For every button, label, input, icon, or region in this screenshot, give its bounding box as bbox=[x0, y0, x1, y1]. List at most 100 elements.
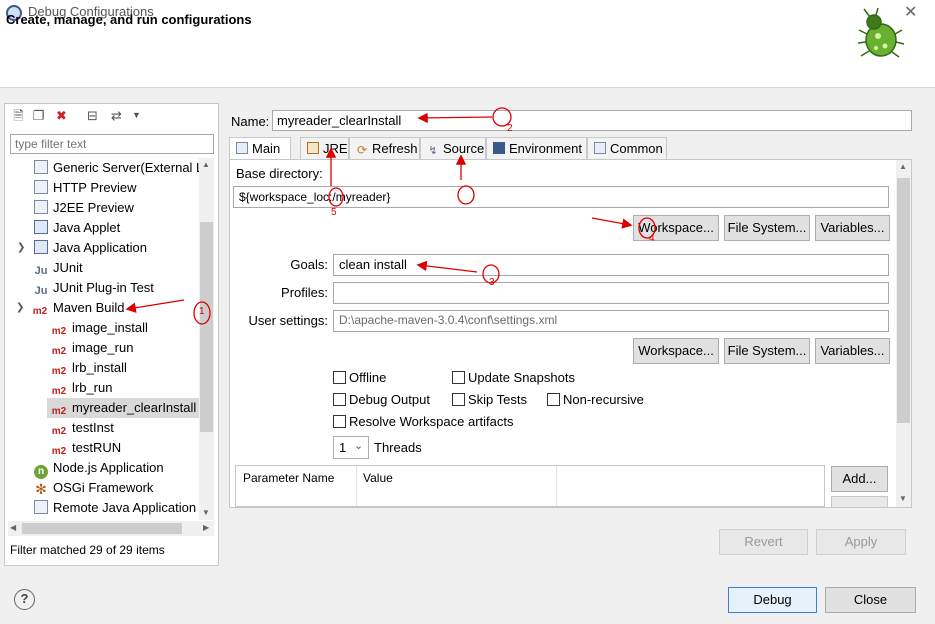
nodejs-icon: n bbox=[34, 465, 48, 479]
param-name-header[interactable]: Parameter Name bbox=[243, 471, 334, 485]
tab-refresh[interactable]: ⟳ Refresh bbox=[349, 137, 420, 159]
help-icon[interactable]: ? bbox=[14, 589, 35, 610]
tree-horizontal-scroll-thumb[interactable] bbox=[22, 523, 182, 534]
tree-item-label: testInst bbox=[72, 420, 114, 435]
tab-main[interactable]: Main bbox=[229, 137, 291, 160]
annotation-number-3: 3 bbox=[489, 277, 495, 288]
dropdown-icon[interactable]: ▼ bbox=[128, 107, 145, 124]
m2-icon: m2 bbox=[51, 386, 67, 397]
offline-checkbox[interactable]: Offline bbox=[333, 369, 386, 387]
content-vertical-scroll-thumb[interactable] bbox=[897, 178, 910, 423]
scroll-down-icon[interactable]: ▼ bbox=[899, 494, 907, 503]
tree-item-junit[interactable]: Ju JUnit bbox=[34, 258, 83, 278]
tree-item-myreader-clearinstall[interactable]: m2 myreader_clearInstall bbox=[47, 398, 200, 418]
tab-environment[interactable]: Environment bbox=[486, 137, 587, 159]
tab-common[interactable]: Common bbox=[587, 137, 667, 159]
chevron-down-icon: ⌄ bbox=[354, 440, 364, 452]
tree-item-testrun[interactable]: m2 testRUN bbox=[51, 438, 121, 458]
tree-item-image-run[interactable]: m2 image_run bbox=[51, 338, 134, 358]
tab-label: JRE bbox=[323, 141, 348, 156]
config-toolbar: 🗎 ❐ ✖ ⊟ ⇄ ▼ bbox=[4, 104, 219, 128]
expand-arrow-icon[interactable]: ❯ bbox=[17, 242, 25, 253]
column-divider bbox=[556, 466, 557, 506]
close-button[interactable]: Close bbox=[825, 587, 916, 613]
update-snapshots-checkbox[interactable]: Update Snapshots bbox=[452, 369, 575, 387]
tree-item-label: Maven Build bbox=[53, 300, 125, 315]
resolve-workspace-checkbox[interactable]: Resolve Workspace artifacts bbox=[333, 413, 514, 431]
skip-tests-checkbox[interactable]: Skip Tests bbox=[452, 391, 527, 409]
workspace-button-2[interactable]: Workspace... bbox=[633, 338, 719, 364]
tree-item-image-install[interactable]: m2 image_install bbox=[51, 318, 148, 338]
config-name-input[interactable]: myreader_clearInstall bbox=[272, 110, 912, 131]
scroll-up-icon[interactable]: ▲ bbox=[202, 160, 210, 169]
tree-item-maven-build[interactable]: m2 Maven Build bbox=[32, 298, 125, 318]
tree-item-label: lrb_run bbox=[72, 380, 113, 395]
goals-input[interactable]: clean install bbox=[333, 254, 889, 276]
user-settings-input[interactable]: D:\apache-maven-3.0.4\conf\settings.xml bbox=[333, 310, 889, 332]
variables-button[interactable]: Variables... bbox=[815, 215, 890, 241]
tree-item-j2ee-preview[interactable]: J2EE Preview bbox=[34, 198, 134, 218]
collapse-all-icon[interactable]: ⊟ bbox=[84, 107, 101, 124]
remote-java-icon bbox=[34, 500, 48, 514]
debug-button[interactable]: Debug bbox=[728, 587, 817, 613]
file-system-button-2[interactable]: File System... bbox=[724, 338, 810, 364]
environment-icon bbox=[493, 142, 505, 154]
tree-item-http-preview[interactable]: HTTP Preview bbox=[34, 178, 137, 198]
duplicate-icon[interactable]: ❐ bbox=[30, 107, 47, 124]
tab-source[interactable]: ↯ Source bbox=[420, 137, 486, 159]
workspace-button[interactable]: Workspace... bbox=[633, 215, 719, 241]
threads-label: Threads bbox=[374, 440, 422, 455]
junit-plugin-icon: Ju bbox=[34, 285, 48, 297]
tree-vertical-scroll-thumb[interactable] bbox=[200, 222, 213, 432]
tree-item-junit-plugin[interactable]: Ju JUnit Plug-in Test bbox=[34, 278, 154, 298]
edit-parameter-button[interactable] bbox=[831, 496, 888, 507]
name-label: Name: bbox=[231, 114, 270, 129]
server-icon bbox=[34, 160, 48, 174]
file-system-button[interactable]: File System... bbox=[724, 215, 810, 241]
checkbox-box bbox=[333, 371, 346, 384]
scroll-right-icon[interactable]: ▶ bbox=[203, 523, 209, 532]
tree-item-osgi[interactable]: ✻ OSGi Framework bbox=[34, 478, 153, 498]
tree-item-label: testRUN bbox=[72, 440, 122, 455]
tree-item-lrb-run[interactable]: m2 lrb_run bbox=[51, 378, 113, 398]
scroll-down-icon[interactable]: ▼ bbox=[202, 508, 210, 517]
delete-icon[interactable]: ✖ bbox=[53, 107, 70, 124]
debug-output-checkbox[interactable]: Debug Output bbox=[333, 391, 430, 409]
checkbox-box bbox=[333, 393, 346, 406]
collapse-arrow-icon[interactable]: ❯ bbox=[16, 302, 24, 313]
tab-jre[interactable]: JRE bbox=[300, 137, 349, 159]
scroll-left-icon[interactable]: ◀ bbox=[10, 523, 16, 532]
apply-button[interactable]: Apply bbox=[816, 529, 906, 555]
add-parameter-button[interactable]: Add... bbox=[831, 466, 888, 492]
close-icon[interactable]: ✕ bbox=[904, 2, 917, 22]
new-config-icon[interactable]: 🗎 bbox=[10, 107, 27, 124]
tree-item-remote-java[interactable]: Remote Java Application bbox=[34, 498, 196, 518]
tree-item-label: image_install bbox=[72, 320, 148, 335]
tree-item-label: Generic Server(External L bbox=[53, 160, 200, 175]
checkbox-label: Offline bbox=[349, 370, 387, 385]
annotation-number-2: 2 bbox=[507, 123, 513, 134]
scroll-up-icon[interactable]: ▲ bbox=[899, 162, 907, 171]
profiles-input[interactable] bbox=[333, 282, 889, 304]
revert-button[interactable]: Revert bbox=[719, 529, 808, 555]
tab-label: Source bbox=[443, 141, 485, 156]
param-value-header[interactable]: Value bbox=[363, 471, 393, 485]
filter-input[interactable] bbox=[10, 134, 214, 154]
checkbox-box bbox=[333, 415, 346, 428]
tree-item-nodejs[interactable]: n Node.js Application bbox=[34, 458, 164, 479]
variables-button-2[interactable]: Variables... bbox=[815, 338, 890, 364]
base-directory-input[interactable]: ${workspace_loc:/myreader} bbox=[233, 186, 889, 208]
debug-bug-icon bbox=[857, 7, 905, 58]
threads-select[interactable]: 1 ⌄ bbox=[333, 436, 369, 459]
server-icon bbox=[34, 180, 48, 194]
tree-item-java-application[interactable]: Java Application bbox=[34, 238, 147, 258]
non-recursive-checkbox[interactable]: Non-recursive bbox=[547, 391, 644, 409]
tree-item-testinst[interactable]: m2 testInst bbox=[51, 418, 114, 438]
checkbox-label: Resolve Workspace artifacts bbox=[349, 414, 514, 429]
tree-item-generic-server[interactable]: Generic Server(External L bbox=[34, 158, 200, 178]
source-icon: ↯ bbox=[428, 145, 438, 157]
tree-item-lrb-install[interactable]: m2 lrb_install bbox=[51, 358, 127, 378]
filter-icon[interactable]: ⇄ bbox=[108, 107, 125, 124]
checkbox-box bbox=[452, 371, 465, 384]
tree-item-java-applet[interactable]: Java Applet bbox=[34, 218, 120, 238]
